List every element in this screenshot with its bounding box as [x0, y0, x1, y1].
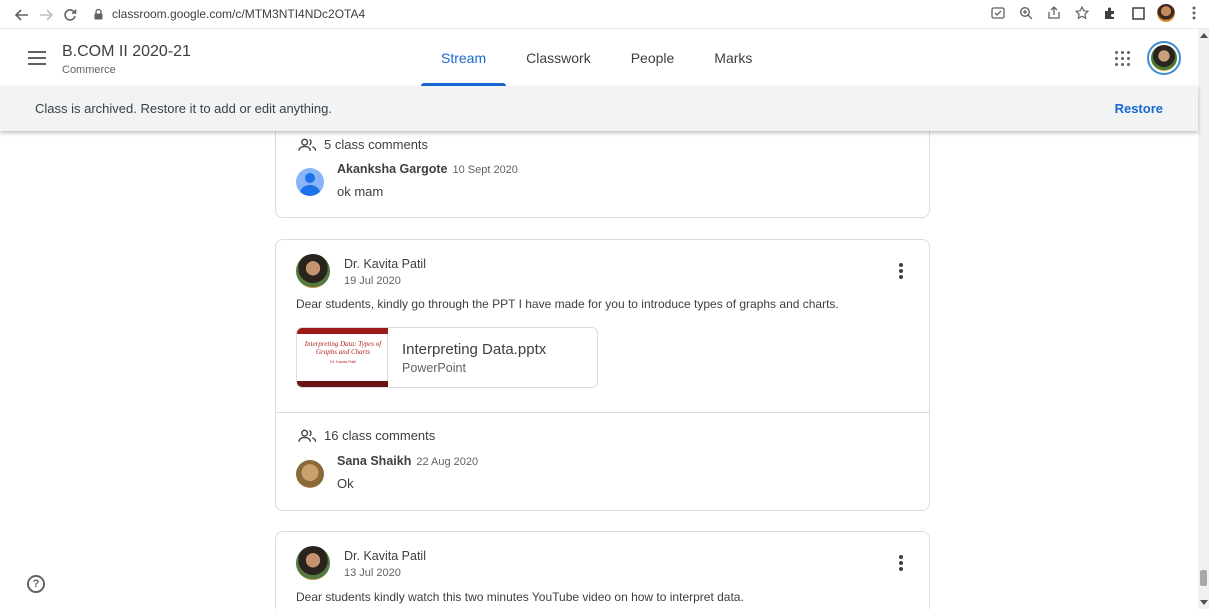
- author-avatar: [296, 546, 330, 580]
- post-author: Dr. Kavita Patil: [344, 257, 426, 271]
- comment-item: Sana Shaikh 22 Aug 2020 Ok: [296, 452, 478, 491]
- attachment-type: PowerPoint: [402, 361, 466, 375]
- google-apps-icon[interactable]: [1115, 51, 1130, 66]
- class-comments-count: 5 class comments: [324, 137, 429, 152]
- classroom-header: B.COM II 2020-21 Commerce Stream Classwo…: [0, 29, 1198, 86]
- page-scrollbar[interactable]: [1198, 29, 1209, 609]
- lock-icon: [92, 8, 104, 20]
- post-text: Dear students kindly watch this two minu…: [296, 590, 744, 604]
- stream-feed: 5 class comments Akanksha Gargote 10 Sept…: [0, 131, 1198, 609]
- class-subtitle: Commerce: [62, 64, 116, 76]
- comment-date: 10 Sept 2020: [452, 164, 518, 176]
- attachment-thumbnail: Interpreting Data: Types of Graphs and C…: [297, 328, 388, 387]
- post-text: Dear students, kindly go through the PPT…: [296, 297, 839, 311]
- thumbnail-title: Interpreting Data: Types of Graphs and C…: [304, 340, 382, 356]
- browser-toolbar: classroom.google.com/c/MTM3NTI4NDc2OTA4: [0, 0, 1209, 29]
- divider: [276, 412, 929, 413]
- class-comments-count: 16 class comments: [324, 428, 436, 443]
- post-card: Dr. Kavita Patil 19 Jul 2020 Dear studen…: [275, 239, 930, 511]
- zoom-icon[interactable]: [1017, 4, 1035, 22]
- comment-date: 22 Aug 2020: [416, 456, 479, 468]
- attachment-card[interactable]: Interpreting Data: Types of Graphs and C…: [296, 327, 598, 388]
- tab-people[interactable]: People: [611, 29, 695, 86]
- scroll-thumb[interactable]: [1200, 570, 1207, 586]
- post-card: 5 class comments Akanksha Gargote 10 Sept…: [275, 131, 930, 218]
- forward-icon[interactable]: [34, 3, 58, 27]
- comment-item: Akanksha Gargote 10 Sept 2020 ok mam: [296, 160, 518, 199]
- thumbnail-subtitle: Dr. Kavita Patil: [329, 359, 357, 364]
- share-icon[interactable]: [1045, 4, 1063, 22]
- tab-marks[interactable]: Marks: [694, 29, 772, 86]
- more-icon[interactable]: [1185, 4, 1203, 22]
- sidepanel-icon[interactable]: [1129, 4, 1147, 22]
- commenter-avatar: [296, 168, 324, 196]
- class-title[interactable]: B.COM II 2020-21: [62, 43, 191, 61]
- tab-stream[interactable]: Stream: [421, 29, 507, 86]
- reload-icon[interactable]: [58, 3, 82, 27]
- class-comments-link[interactable]: 5 class comments: [298, 137, 428, 152]
- more-options-icon[interactable]: [899, 555, 903, 571]
- class-comments-link[interactable]: 16 class comments: [298, 428, 435, 443]
- more-options-icon[interactable]: [899, 263, 903, 279]
- post-date: 19 Jul 2020: [344, 275, 401, 287]
- tab-classwork[interactable]: Classwork: [506, 29, 611, 86]
- restore-button[interactable]: Restore: [1115, 101, 1163, 116]
- author-avatar: [296, 254, 330, 288]
- scroll-down-icon[interactable]: [1200, 600, 1208, 605]
- archived-message: Class is archived. Restore it to add or …: [35, 101, 332, 116]
- people-icon: [298, 429, 317, 442]
- account-avatar[interactable]: [1147, 41, 1181, 75]
- comment-author: Sana Shaikh: [337, 454, 412, 468]
- help-icon[interactable]: ?: [27, 575, 45, 593]
- url-text: classroom.google.com/c/MTM3NTI4NDc2OTA4: [112, 7, 366, 21]
- comment-text: ok mam: [337, 184, 384, 199]
- post-card: Dr. Kavita Patil 13 Jul 2020 Dear studen…: [275, 531, 930, 609]
- cast-icon[interactable]: [989, 4, 1007, 22]
- archived-banner: Class is archived. Restore it to add or …: [0, 86, 1198, 131]
- post-author: Dr. Kavita Patil: [344, 549, 426, 563]
- comment-text: Ok: [337, 476, 354, 491]
- comment-author: Akanksha Gargote: [337, 162, 448, 176]
- profile-icon[interactable]: [1157, 4, 1175, 22]
- commenter-avatar: [296, 460, 324, 488]
- class-tabs: Stream Classwork People Marks: [421, 29, 772, 86]
- main-menu-icon[interactable]: [28, 51, 46, 65]
- people-icon: [298, 138, 317, 151]
- post-date: 13 Jul 2020: [344, 567, 401, 579]
- star-icon[interactable]: [1073, 4, 1091, 22]
- browser-actions: [989, 4, 1203, 22]
- back-icon[interactable]: [10, 3, 34, 27]
- scroll-up-icon[interactable]: [1200, 33, 1208, 38]
- attachment-name: Interpreting Data.pptx: [402, 341, 547, 358]
- extensions-icon[interactable]: [1101, 4, 1119, 22]
